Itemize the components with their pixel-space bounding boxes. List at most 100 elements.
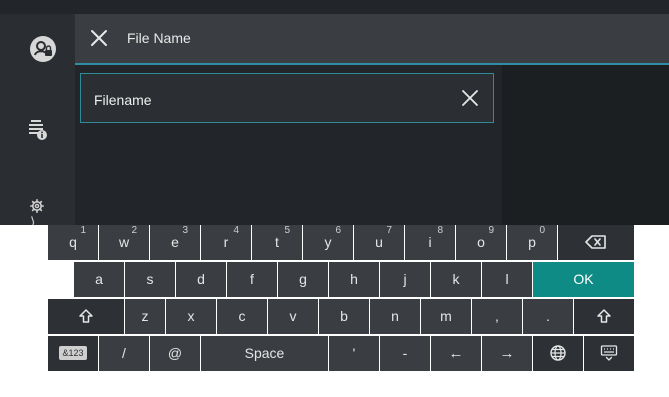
key-slash[interactable]: / (99, 336, 149, 371)
close-icon[interactable] (89, 28, 109, 48)
key-b[interactable]: b (319, 299, 369, 334)
key-number: 4 (233, 225, 239, 236)
key-label: r (223, 234, 229, 250)
key-a[interactable]: a (74, 262, 124, 297)
key-y[interactable]: y 6 (303, 225, 353, 260)
right-arrow-icon: → (499, 345, 515, 362)
key-e[interactable]: e 3 (150, 225, 200, 260)
user-lock-icon[interactable] (30, 36, 56, 62)
key-label: w (118, 234, 130, 250)
key-number: 0 (539, 225, 545, 236)
key-u[interactable]: u 7 (354, 225, 404, 260)
space-label: Space (244, 345, 285, 361)
key-t[interactable]: t 5 (252, 225, 302, 260)
ok-button[interactable]: OK (533, 262, 634, 297)
clear-input-icon[interactable] (461, 89, 479, 107)
key-label: p (528, 234, 536, 250)
key-n[interactable]: n (370, 299, 420, 334)
key-number: 5 (284, 225, 290, 236)
key-label: y (324, 234, 332, 250)
language-key[interactable] (533, 336, 583, 371)
on-screen-keyboard: q 1 w 2 e 3 r 4 t 5 y 6 u 7 i 8 o 9 p 0 … (0, 225, 669, 397)
key-label: h (350, 271, 358, 287)
key-label: c (238, 308, 246, 324)
key-label: j (403, 271, 407, 287)
key-label: s (146, 271, 154, 287)
key-w[interactable]: w 2 (99, 225, 149, 260)
key-r[interactable]: r 4 (201, 225, 251, 260)
device-screen: ⟩ File Name Filename q 1 w 2 e 3 r 4 t 5… (0, 0, 669, 397)
cursor-left-key[interactable]: ← (431, 336, 481, 371)
key-m[interactable]: m (421, 299, 471, 334)
mode-switch-key[interactable]: &123 (48, 336, 98, 371)
settings-control[interactable]: ⟩ (30, 198, 52, 230)
key-label: t (275, 234, 279, 250)
gear-icon (30, 198, 44, 214)
key-label: a (95, 271, 103, 287)
key-x[interactable]: x (166, 299, 216, 334)
key-label: x (187, 308, 195, 324)
key-label: i (428, 234, 432, 250)
key-label: v (289, 308, 297, 324)
key-at[interactable]: @ (150, 336, 200, 371)
key-number: 8 (437, 225, 443, 236)
key-p[interactable]: p 0 (507, 225, 557, 260)
key-label: k (452, 271, 460, 287)
filename-input-text: Filename (94, 92, 152, 108)
mode-switch-label: &123 (59, 346, 87, 360)
key-number: 1 (80, 225, 86, 236)
space-key[interactable]: Space (201, 336, 328, 371)
key-label: , (495, 308, 499, 324)
ok-label: OK (573, 271, 594, 287)
key-k[interactable]: k (431, 262, 481, 297)
key-i[interactable]: i 8 (405, 225, 455, 260)
key-label: e (171, 234, 179, 250)
key-number: 3 (182, 225, 188, 236)
key-label: ' (352, 345, 356, 361)
key-apostrophe[interactable]: ' (329, 336, 379, 371)
key-label: o (477, 234, 485, 250)
globe-icon (549, 345, 567, 361)
key-comma[interactable]: , (472, 299, 522, 334)
page-title: File Name (127, 30, 191, 46)
key-label: l (505, 271, 509, 287)
key-dash[interactable]: - (380, 336, 430, 371)
key-j[interactable]: j (380, 262, 430, 297)
key-number: 6 (335, 225, 341, 236)
shift-key-left[interactable] (48, 299, 124, 334)
key-z[interactable]: z (125, 299, 165, 334)
key-label: d (197, 271, 205, 287)
key-label: n (391, 308, 399, 324)
key-c[interactable]: c (217, 299, 267, 334)
key-label: @ (167, 345, 183, 361)
key-o[interactable]: o 9 (456, 225, 506, 260)
key-label: . (546, 308, 550, 324)
left-arrow-icon: ← (448, 345, 464, 362)
backspace-key[interactable] (558, 225, 634, 260)
key-h[interactable]: h (329, 262, 379, 297)
right-pane (502, 65, 669, 225)
key-label: z (141, 308, 149, 324)
key-period[interactable]: . (523, 299, 573, 334)
key-s[interactable]: s (125, 262, 175, 297)
job-info-icon[interactable] (28, 118, 48, 142)
keyboard-hide-icon (600, 345, 618, 361)
key-g[interactable]: g (278, 262, 328, 297)
shift-icon (78, 308, 94, 324)
key-f[interactable]: f (227, 262, 277, 297)
key-number: 7 (386, 225, 392, 236)
shift-key-right[interactable] (574, 299, 634, 334)
key-l[interactable]: l (482, 262, 532, 297)
key-number: 2 (131, 225, 137, 236)
key-label: u (375, 234, 383, 250)
filename-input[interactable]: Filename (80, 73, 494, 123)
key-v[interactable]: v (268, 299, 318, 334)
key-q[interactable]: q 1 (48, 225, 98, 260)
key-d[interactable]: d (176, 262, 226, 297)
key-label: f (250, 271, 254, 287)
shift-icon (596, 308, 612, 324)
cursor-right-key[interactable]: → (482, 336, 532, 371)
hide-keyboard-key[interactable] (584, 336, 634, 371)
key-label: - (402, 345, 408, 361)
key-label: q (69, 234, 77, 250)
